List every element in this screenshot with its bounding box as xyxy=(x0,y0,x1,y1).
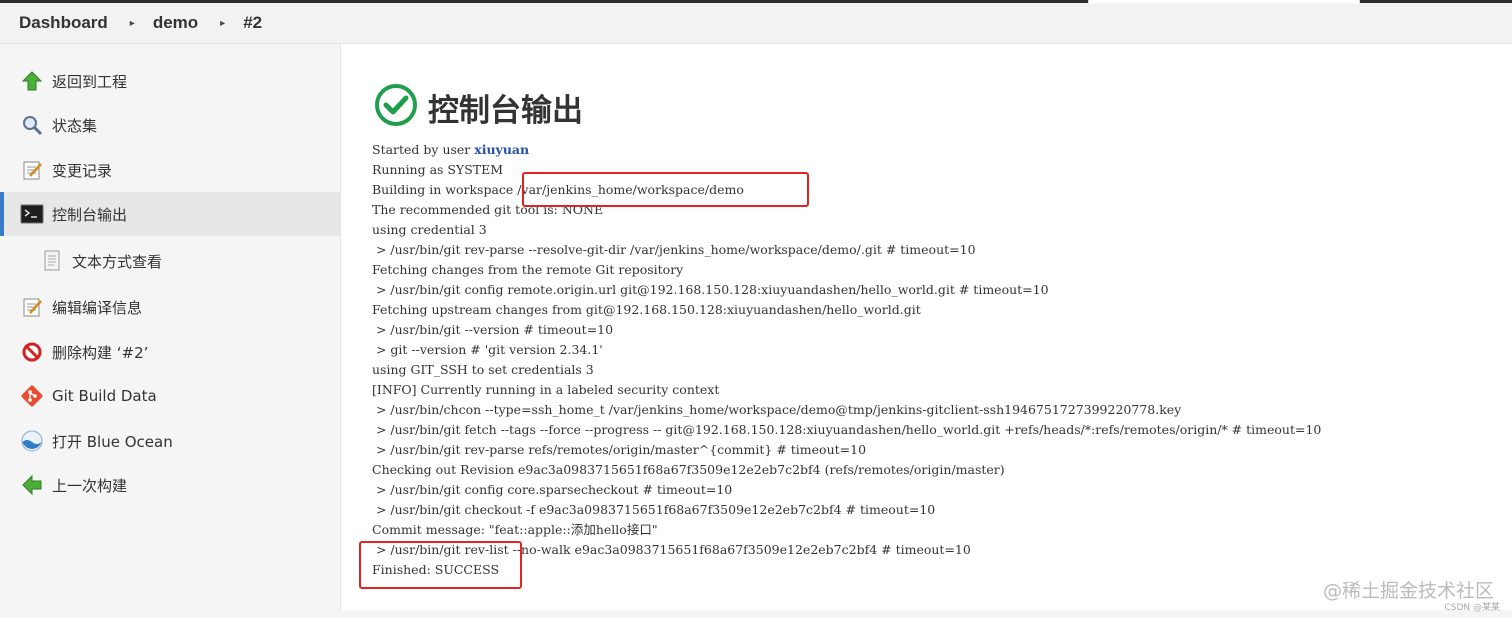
sidebar-item-label: 控制台输出 xyxy=(52,205,128,224)
blue-ocean-icon xyxy=(20,429,44,453)
console-line: using credential 3 xyxy=(372,222,487,237)
sidebar-item-console-output[interactable]: 控制台输出 xyxy=(0,192,340,236)
started-by-text: Started by user xyxy=(372,142,475,157)
breadcrumb-build[interactable]: #2 xyxy=(243,13,262,33)
sidebar-item-previous-build[interactable]: 上一次构建 xyxy=(0,463,340,507)
console-line: Running as SYSTEM xyxy=(372,162,504,177)
sidebar-item-label: Git Build Data xyxy=(52,387,157,405)
success-check-icon xyxy=(374,83,418,131)
console-line: > /usr/bin/git fetch --tags --force --pr… xyxy=(372,422,1322,437)
sidebar-item-label: 上一次构建 xyxy=(52,476,128,495)
terminal-icon xyxy=(20,202,44,226)
sidebar-item-label: 状态集 xyxy=(52,116,98,135)
console-line: Started by user xiuyuan xyxy=(372,140,1321,160)
no-entry-icon xyxy=(20,340,44,364)
console-line: Building in workspace /var/jenkins_home/… xyxy=(372,182,744,197)
console-line: [INFO] Currently running in a labeled se… xyxy=(372,382,720,397)
console-line: > /usr/bin/git --version # timeout=10 xyxy=(372,322,614,337)
sidebar-item-delete-build[interactable]: 删除构建 ‘#2’ xyxy=(0,330,340,374)
sidebar-item-label: 打开 Blue Ocean xyxy=(52,432,173,451)
workspace-highlight-box xyxy=(522,172,809,207)
console-line: > /usr/bin/git config core.sparsecheckou… xyxy=(372,482,733,497)
left-arrow-icon xyxy=(20,473,44,497)
csdn-watermark: CSDN @某某 xyxy=(1444,603,1500,613)
console-line: > /usr/bin/chcon --type=ssh_home_t /var/… xyxy=(372,402,1182,417)
sidebar-item-edit-build-info[interactable]: 编辑编译信息 xyxy=(0,285,340,329)
notepad-icon xyxy=(20,295,44,319)
sidebar-item-open-blue-ocean[interactable]: 打开 Blue Ocean xyxy=(0,419,340,463)
console-line: Fetching upstream changes from git@192.1… xyxy=(372,302,921,317)
console-line: > /usr/bin/git rev-parse refs/remotes/or… xyxy=(372,442,867,457)
breadcrumb-separator-icon[interactable]: ▸ xyxy=(220,18,225,29)
breadcrumb-separator-icon[interactable]: ▸ xyxy=(130,18,135,29)
document-icon xyxy=(40,249,64,273)
console-line: > /usr/bin/git checkout -f e9ac3a0983715… xyxy=(372,502,936,517)
sidebar-item-label: 编辑编译信息 xyxy=(52,298,143,317)
watermark: @稀土掘金技术社区 xyxy=(1322,580,1494,602)
console-line: Checking out Revision e9ac3a0983715651f6… xyxy=(372,462,1005,477)
console-line: > /usr/bin/git rev-parse --resolve-git-d… xyxy=(372,242,976,257)
console-line: > git --version # 'git version 2.34.1' xyxy=(372,342,603,357)
finished-highlight-box xyxy=(359,541,522,589)
user-link[interactable]: xiuyuan xyxy=(474,142,529,157)
breadcrumb: Dashboard ▸ demo ▸ #2 xyxy=(0,3,1512,44)
sidebar-item-label: 返回到工程 xyxy=(52,72,128,91)
console-line: Fetching changes from the remote Git rep… xyxy=(372,262,684,277)
up-arrow-icon xyxy=(20,69,44,93)
console-line: using GIT_SSH to set credentials 3 xyxy=(372,362,594,377)
console-line: The recommended git tool is: NONE xyxy=(372,202,604,217)
sidebar-item-back-to-project[interactable]: 返回到工程 xyxy=(0,59,340,103)
sidebar-item-label: 删除构建 ‘#2’ xyxy=(52,343,149,362)
breadcrumb-dashboard[interactable]: Dashboard xyxy=(19,13,108,33)
breadcrumb-demo[interactable]: demo xyxy=(153,13,198,33)
sidebar-item-view-as-plain-text[interactable]: 文本方式查看 xyxy=(0,239,340,283)
sidebar: 返回到工程 状态集 变更记录 控制台输出 文本方式查看 编辑编译信息 删除构建 … xyxy=(0,44,340,618)
main-content: 控制台输出 Started by user xiuyuan Running as… xyxy=(340,44,1512,610)
sidebar-item-changes[interactable]: 变更记录 xyxy=(0,148,340,192)
console-line: > /usr/bin/git config remote.origin.url … xyxy=(372,282,1049,297)
console-line: Commit message: "feat::apple::添加hello接口" xyxy=(372,522,658,537)
sidebar-item-label: 文本方式查看 xyxy=(72,252,163,271)
sidebar-item-status[interactable]: 状态集 xyxy=(0,103,340,147)
title-row: 控制台输出 xyxy=(374,84,583,130)
notepad-icon xyxy=(20,158,44,182)
git-icon xyxy=(20,384,44,408)
sidebar-item-label: 变更记录 xyxy=(52,161,113,180)
sidebar-item-git-build-data[interactable]: Git Build Data xyxy=(0,374,340,418)
magnifier-icon xyxy=(20,113,44,137)
page-title: 控制台输出 xyxy=(428,92,583,129)
console-output: Started by user xiuyuan Running as SYSTE… xyxy=(372,140,1321,580)
